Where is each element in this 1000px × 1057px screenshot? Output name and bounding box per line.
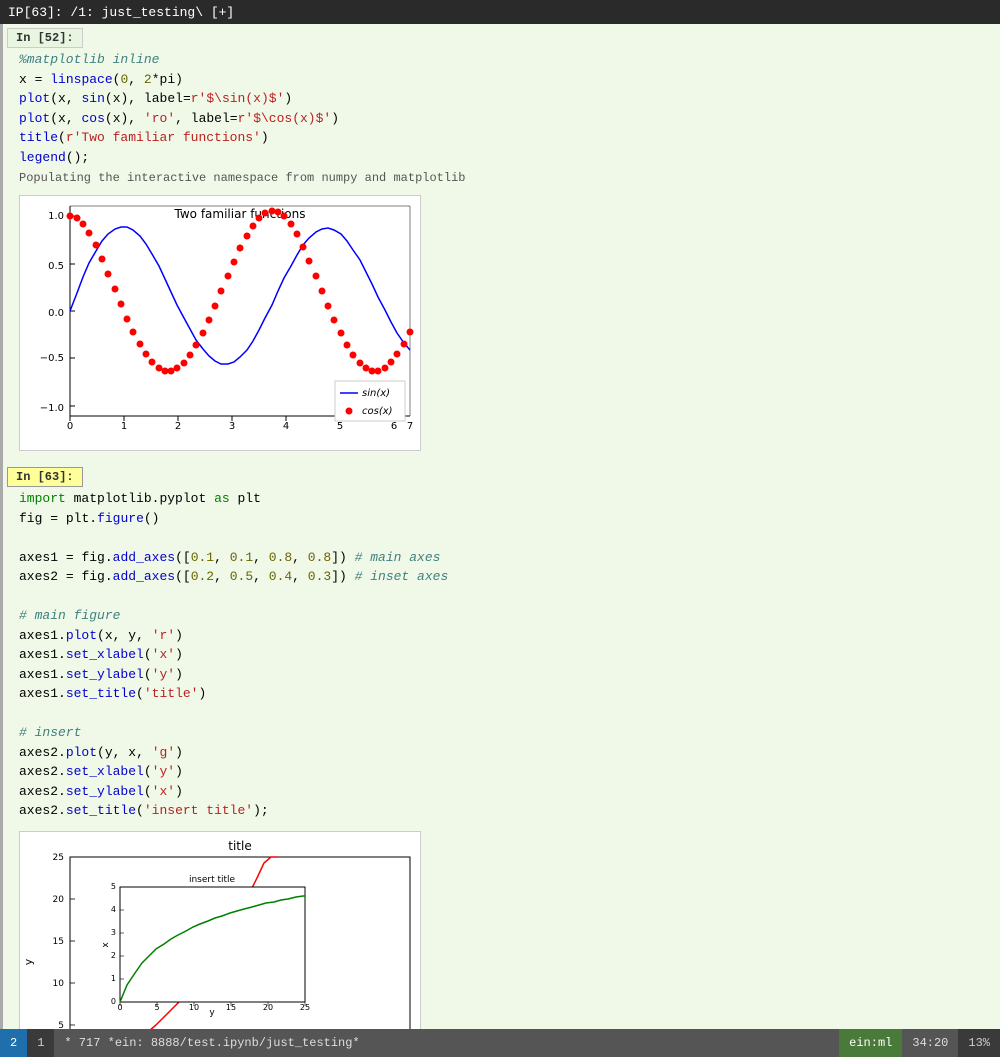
svg-text:3: 3 bbox=[111, 928, 116, 937]
svg-text:3: 3 bbox=[229, 421, 235, 432]
status-label-2: 1 bbox=[37, 1036, 44, 1050]
status-segment-6: 13% bbox=[958, 1029, 1000, 1057]
svg-text:2: 2 bbox=[111, 951, 116, 960]
svg-text:0: 0 bbox=[111, 997, 116, 1006]
status-label-5: 34:20 bbox=[912, 1036, 948, 1050]
cell-52: In [52]: %matplotlib inline x = linspace… bbox=[0, 24, 1000, 463]
svg-text:−0.5: −0.5 bbox=[40, 353, 64, 364]
status-label-3: * 717 *ein: 8888/test.ipynb/just_testing… bbox=[64, 1036, 359, 1050]
title-text: IP[63]: /1: just_testing\ [+] bbox=[8, 5, 234, 20]
svg-text:4: 4 bbox=[111, 905, 116, 914]
plot2-container: title y x 0 5 10 15 20 25 bbox=[19, 831, 421, 1030]
status-segment-4: ein:ml bbox=[839, 1029, 902, 1057]
svg-text:5: 5 bbox=[111, 882, 116, 891]
svg-text:0: 0 bbox=[67, 421, 73, 432]
plot2-svg: title y x 0 5 10 15 20 25 bbox=[20, 832, 420, 1030]
svg-text:6: 6 bbox=[391, 421, 397, 432]
svg-text:2: 2 bbox=[175, 421, 181, 432]
svg-text:4: 4 bbox=[283, 421, 289, 432]
cell-code-52[interactable]: %matplotlib inline x = linspace(0, 2*pi)… bbox=[3, 48, 1000, 169]
svg-text:0.0: 0.0 bbox=[48, 308, 64, 319]
status-segment-5: 34:20 bbox=[902, 1029, 958, 1057]
cell-output-52: Populating the interactive namespace fro… bbox=[3, 169, 1000, 187]
svg-text:5: 5 bbox=[58, 1021, 64, 1030]
svg-text:1: 1 bbox=[111, 974, 116, 983]
cell-prompt-63[interactable]: In [63]: bbox=[7, 467, 83, 487]
svg-text:sin(x): sin(x) bbox=[362, 388, 390, 399]
status-label-6: 13% bbox=[968, 1036, 990, 1050]
svg-text:−1.0: −1.0 bbox=[40, 403, 64, 414]
status-segment-3: * 717 *ein: 8888/test.ipynb/just_testing… bbox=[54, 1029, 839, 1057]
cell-63: In [63]: import matplotlib.pyplot as plt… bbox=[0, 463, 1000, 1029]
plot2-inset-xlabel: y bbox=[209, 1008, 215, 1018]
status-segment-2[interactable]: 1 bbox=[27, 1029, 54, 1057]
notebook: In [52]: %matplotlib inline x = linspace… bbox=[0, 24, 1000, 1029]
status-segment-1[interactable]: 2 bbox=[0, 1029, 27, 1057]
svg-text:10: 10 bbox=[53, 979, 65, 989]
cell-code-63[interactable]: import matplotlib.pyplot as plt fig = pl… bbox=[3, 487, 1000, 823]
plot1-container: Two familiar functions 1.0 0.5 0.0 −0.5 … bbox=[19, 195, 421, 451]
plot2-main-title: title bbox=[228, 839, 251, 853]
svg-text:1.0: 1.0 bbox=[48, 211, 64, 222]
status-label-1: 2 bbox=[10, 1036, 17, 1050]
plot1-svg: Two familiar functions 1.0 0.5 0.0 −0.5 … bbox=[20, 196, 420, 446]
svg-text:5: 5 bbox=[337, 421, 343, 432]
svg-text:25: 25 bbox=[53, 853, 64, 863]
cell-prompt-52[interactable]: In [52]: bbox=[7, 28, 83, 48]
status-bar: 2 1 * 717 *ein: 8888/test.ipynb/just_tes… bbox=[0, 1029, 1000, 1057]
svg-text:20: 20 bbox=[53, 895, 65, 905]
status-label-4: ein:ml bbox=[849, 1036, 892, 1050]
svg-text:cos(x): cos(x) bbox=[362, 406, 393, 417]
title-bar: IP[63]: /1: just_testing\ [+] bbox=[0, 0, 1000, 24]
svg-text:7: 7 bbox=[407, 421, 413, 432]
svg-text:1: 1 bbox=[121, 421, 127, 432]
plot2-inset-ylabel: x bbox=[101, 941, 111, 947]
svg-text:0.5: 0.5 bbox=[48, 261, 64, 272]
plot2-ylabel: y bbox=[22, 958, 35, 965]
svg-text:15: 15 bbox=[53, 937, 64, 947]
plot2-inset-title: insert title bbox=[189, 875, 236, 885]
